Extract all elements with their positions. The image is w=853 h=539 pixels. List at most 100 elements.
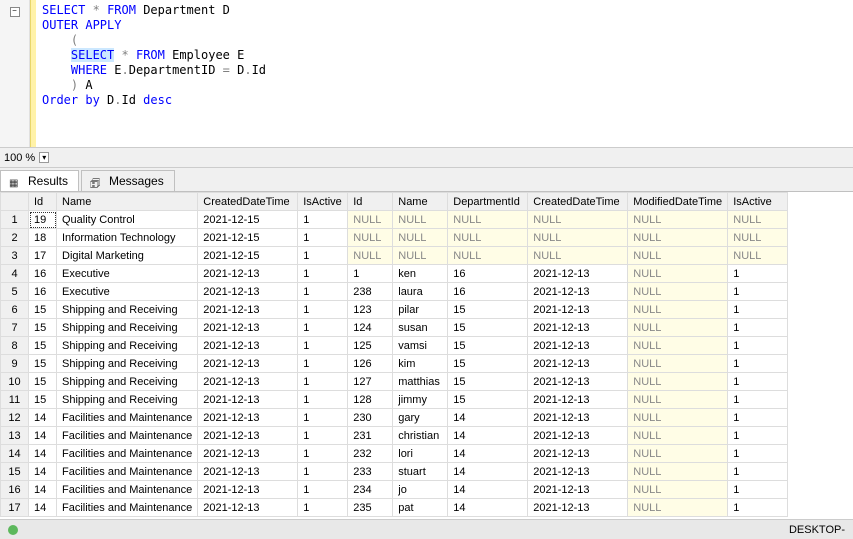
table-cell[interactable]: 14	[29, 499, 57, 517]
table-cell[interactable]: Information Technology	[57, 229, 198, 247]
table-cell[interactable]: 16	[29, 283, 57, 301]
table-cell[interactable]: 14	[448, 409, 528, 427]
table-cell[interactable]: Digital Marketing	[57, 247, 198, 265]
table-cell[interactable]: 14	[29, 427, 57, 445]
table-cell[interactable]: NULL	[628, 301, 728, 319]
table-cell[interactable]: 16	[29, 265, 57, 283]
table-cell[interactable]: 14	[29, 481, 57, 499]
table-cell[interactable]: NULL	[528, 247, 628, 265]
table-row[interactable]: 815Shipping and Receiving2021-12-131125v…	[1, 337, 788, 355]
table-cell[interactable]: 1	[298, 229, 348, 247]
table-cell[interactable]: 1	[298, 283, 348, 301]
table-row[interactable]: 12 14 Facilities and Maintenance2021-12-13…	[1, 409, 788, 427]
table-row[interactable]: 119Quality Control2021-12-151NULLNULLNUL…	[1, 211, 788, 229]
table-cell[interactable]: 14	[448, 481, 528, 499]
table-cell[interactable]: Facilities and Maintenance	[57, 409, 198, 427]
table-cell[interactable]: 1	[298, 373, 348, 391]
table-cell[interactable]: 2021-12-13	[528, 337, 628, 355]
table-cell[interactable]: 19	[29, 211, 57, 229]
table-cell[interactable]: Shipping and Receiving	[57, 391, 198, 409]
row-number[interactable]: 5	[1, 283, 29, 301]
table-cell[interactable]: Quality Control	[57, 211, 198, 229]
table-cell[interactable]: 15	[29, 391, 57, 409]
table-cell[interactable]: NULL	[448, 211, 528, 229]
tab-results[interactable]: Results	[0, 170, 79, 191]
row-number[interactable]: 14	[1, 445, 29, 463]
table-cell[interactable]: 2021-12-13	[528, 319, 628, 337]
table-cell[interactable]: 232	[348, 445, 393, 463]
table-cell[interactable]: 2021-12-13	[528, 283, 628, 301]
table-cell[interactable]: 15	[448, 319, 528, 337]
table-cell[interactable]: 14	[448, 463, 528, 481]
table-cell[interactable]: 2021-12-13	[198, 265, 298, 283]
table-cell[interactable]: NULL	[628, 283, 728, 301]
table-cell[interactable]: 2021-12-13	[528, 301, 628, 319]
table-cell[interactable]: 1	[298, 499, 348, 517]
row-number[interactable]: 13	[1, 427, 29, 445]
table-cell[interactable]: NULL	[628, 409, 728, 427]
table-cell[interactable]: NULL	[628, 445, 728, 463]
table-cell[interactable]: 231	[348, 427, 393, 445]
table-cell[interactable]: 2021-12-13	[528, 355, 628, 373]
table-cell[interactable]: 125	[348, 337, 393, 355]
table-row[interactable]: 416Executive2021-12-1311ken162021-12-13N…	[1, 265, 788, 283]
table-cell[interactable]: 2021-12-13	[198, 409, 298, 427]
table-row[interactable]: 1414Facilities and Maintenance2021-12-13…	[1, 445, 788, 463]
table-cell[interactable]: NULL	[393, 211, 448, 229]
code-area[interactable]: SELECT * FROM Department DOUTER APPLY ( …	[36, 0, 853, 147]
table-cell[interactable]: 2021-12-13	[528, 445, 628, 463]
table-cell[interactable]: NULL	[628, 499, 728, 517]
table-row[interactable]: 1614Facilities and Maintenance2021-12-13…	[1, 481, 788, 499]
table-cell[interactable]: pat	[393, 499, 448, 517]
table-row[interactable]: 615Shipping and Receiving2021-12-131123p…	[1, 301, 788, 319]
table-cell[interactable]: Facilities and Maintenance	[57, 481, 198, 499]
table-cell[interactable]: 15	[448, 355, 528, 373]
table-cell[interactable]: 2021-12-13	[528, 391, 628, 409]
table-cell[interactable]: 15	[29, 355, 57, 373]
table-cell[interactable]: 2021-12-13	[198, 373, 298, 391]
table-cell[interactable]: 1	[728, 427, 788, 445]
table-cell[interactable]: 15	[29, 301, 57, 319]
table-cell[interactable]: 1	[728, 265, 788, 283]
table-cell[interactable]: 2021-12-13	[528, 265, 628, 283]
table-cell[interactable]: 2021-12-13	[528, 463, 628, 481]
table-cell[interactable]: 15	[448, 373, 528, 391]
col-header[interactable]: CreatedDateTime	[528, 193, 628, 211]
table-cell[interactable]: NULL	[348, 247, 393, 265]
table-cell[interactable]: 15	[29, 319, 57, 337]
row-number[interactable]: 17	[1, 499, 29, 517]
table-cell[interactable]: 2021-12-13	[528, 373, 628, 391]
table-cell[interactable]: 2021-12-15	[198, 247, 298, 265]
table-cell[interactable]: 15	[29, 337, 57, 355]
col-header[interactable]: IsActive	[728, 193, 788, 211]
table-cell[interactable]: 2021-12-13	[198, 499, 298, 517]
table-cell[interactable]: 1	[348, 265, 393, 283]
table-cell[interactable]: 124	[348, 319, 393, 337]
table-cell[interactable]: 14	[448, 445, 528, 463]
table-cell[interactable]: 14	[29, 463, 57, 481]
table-cell[interactable]: Facilities and Maintenance	[57, 499, 198, 517]
table-cell[interactable]: Executive	[57, 283, 198, 301]
tab-messages[interactable]: Messages	[81, 170, 175, 191]
table-cell[interactable]: NULL	[628, 427, 728, 445]
table-cell[interactable]: 2021-12-13	[528, 499, 628, 517]
table-cell[interactable]: 15	[448, 301, 528, 319]
table-cell[interactable]: 2021-12-13	[198, 445, 298, 463]
sql-editor[interactable]: − SELECT * FROM Department DOUTER APPLY …	[0, 0, 853, 148]
table-cell[interactable]: NULL	[628, 229, 728, 247]
table-cell[interactable]: NULL	[528, 211, 628, 229]
table-cell[interactable]: 2021-12-15	[198, 211, 298, 229]
table-cell[interactable]: Shipping and Receiving	[57, 301, 198, 319]
row-number[interactable]: 12	[1, 409, 29, 427]
table-cell[interactable]: 233	[348, 463, 393, 481]
table-cell[interactable]: 1	[298, 445, 348, 463]
table-cell[interactable]: 1	[298, 463, 348, 481]
table-cell[interactable]: laura	[393, 283, 448, 301]
table-cell[interactable]: NULL	[628, 391, 728, 409]
table-cell[interactable]: NULL	[448, 229, 528, 247]
table-cell[interactable]: 235	[348, 499, 393, 517]
table-cell[interactable]: 17	[29, 247, 57, 265]
table-cell[interactable]: 15	[29, 373, 57, 391]
table-cell[interactable]: 1	[728, 319, 788, 337]
table-cell[interactable]: NULL	[628, 481, 728, 499]
